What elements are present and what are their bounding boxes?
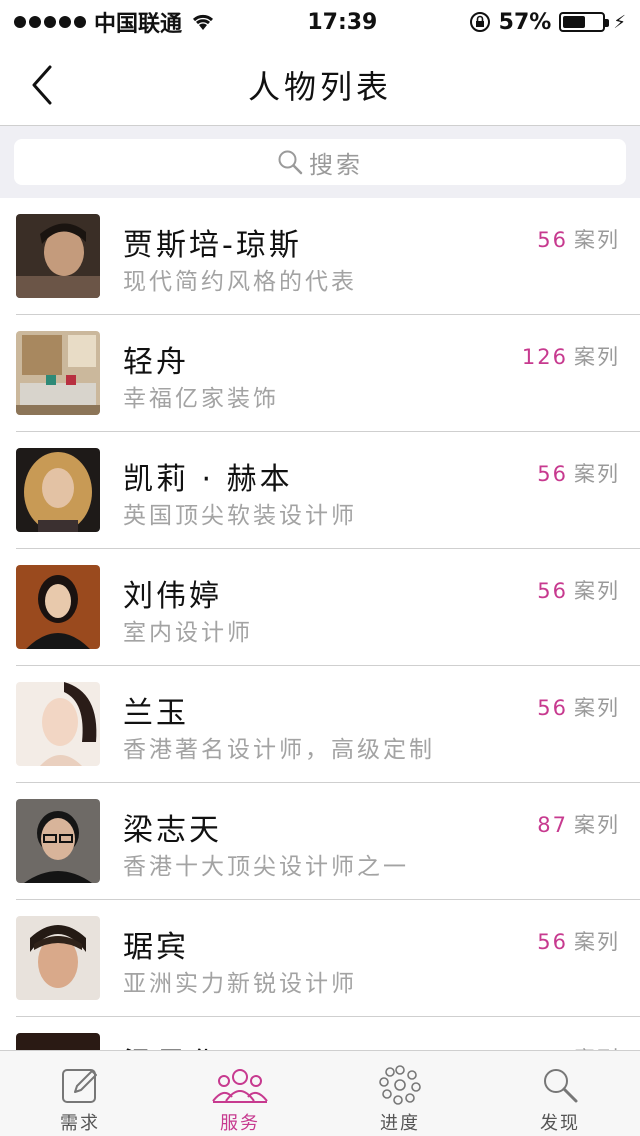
list-item[interactable]: 轻舟 幸福亿家装饰 126 案列 [16, 315, 640, 432]
search-placeholder: 搜索 [309, 150, 363, 179]
person-name: 刘伟婷 [123, 579, 222, 614]
person-name: 凯莉 · 赫本 [123, 462, 293, 497]
avatar [16, 916, 100, 1000]
person-name: 梁志天 [123, 813, 222, 848]
case-count-number: 87 [537, 813, 568, 837]
edit-icon [62, 1069, 97, 1103]
battery-percent: 57% [498, 9, 552, 35]
charging-icon: ⚡ [613, 11, 626, 33]
avatar [16, 799, 100, 883]
case-count: 56案列 [537, 575, 620, 605]
case-count: 56案列 [537, 458, 620, 488]
case-count-unit: 案列 [574, 930, 620, 954]
person-desc: 现代简约风格的代表 [123, 269, 357, 295]
tab-label: 服务 [220, 1113, 260, 1134]
search-bar: 搜索 [0, 126, 640, 198]
battery-fill [563, 16, 586, 28]
case-count: 126 案列 [522, 341, 620, 371]
case-count-number: 126 [521, 345, 568, 369]
people-icon [212, 1069, 268, 1103]
avatar [16, 214, 100, 298]
case-count: 56案列 [537, 926, 620, 956]
case-count-number: 56 [537, 696, 568, 720]
search-icon [544, 1069, 578, 1103]
list-item[interactable]: 凯莉 · 赫本 英国顶尖软装设计师 56 案列 [16, 432, 640, 549]
tab-discover[interactable]: 发现 [480, 1051, 640, 1136]
case-count-unit: 案列 [574, 579, 620, 603]
case-count-number: 56 [537, 579, 568, 603]
case-count-unit: 案列 [574, 813, 620, 837]
person-list: 贾斯培-琼斯 现代简约风格的代表 56案列 轻舟 幸福亿家装饰 126案列 [0, 198, 640, 1050]
nav-bar: 人物列表 [0, 44, 640, 126]
list-item[interactable]: 兰玉 香港著名设计师，高级定制 56 案列 [16, 666, 640, 783]
case-count-unit: 案列 [574, 462, 620, 486]
case-count-number: 56 [537, 228, 568, 252]
person-desc: 亚洲实力新锐设计师 [123, 971, 357, 997]
person-name: 兰玉 [123, 696, 189, 731]
tab-progress[interactable]: 进度 [320, 1051, 480, 1136]
person-name: 贾斯培-琼斯 [123, 228, 302, 263]
case-count: 56案列 [537, 1043, 620, 1050]
person-desc: 室内设计师 [123, 620, 253, 646]
status-bar: 中国联通 17:39 57% ⚡ [0, 0, 640, 44]
rotation-lock-icon [469, 12, 490, 32]
carrier-label: 中国联通 [94, 12, 183, 37]
battery-icon [559, 12, 610, 32]
case-count: 87 案列 [537, 809, 620, 839]
tab-bar: 需求 服务 进度 发现 [0, 1050, 640, 1136]
list-item[interactable]: 刘伟婷 室内设计师 56 案列 [16, 549, 640, 666]
search-icon [278, 150, 303, 175]
progress-circle-icon [379, 1065, 421, 1105]
tab-label: 发现 [540, 1113, 580, 1134]
tab-label: 进度 [380, 1113, 420, 1134]
status-right: 57% ⚡ [469, 10, 626, 35]
list-item[interactable]: 梁景华 56案列 [16, 1017, 640, 1050]
avatar [16, 565, 100, 649]
search-input[interactable]: 搜索 [14, 139, 626, 185]
page-title: 人物列表 [247, 67, 392, 106]
tab-service[interactable]: 服务 [160, 1051, 320, 1136]
chevron-left-icon [32, 65, 52, 105]
list-item[interactable]: 琚宾 亚洲实力新锐设计师 56 案列 [16, 900, 640, 1017]
status-left: 中国联通 [14, 6, 216, 38]
tab-demand[interactable]: 需求 [0, 1051, 160, 1136]
signal-strength-icon [14, 16, 86, 28]
case-count-unit: 案列 [574, 345, 620, 369]
avatar [16, 682, 100, 766]
person-name: 琚宾 [123, 930, 189, 965]
person-name: 梁景华 [123, 1039, 222, 1050]
list-item[interactable]: 梁志天 香港十大顶尖设计师之一 87 案列 [16, 783, 640, 900]
tab-label: 需求 [60, 1113, 100, 1134]
status-time: 17:39 [307, 9, 378, 35]
back-button[interactable] [22, 62, 62, 108]
avatar [16, 448, 100, 532]
person-desc: 香港十大顶尖设计师之一 [123, 854, 409, 880]
person-name: 轻舟 [123, 345, 189, 380]
person-desc: 幸福亿家装饰 [123, 386, 279, 412]
wifi-icon [192, 14, 214, 30]
case-count-unit: 案列 [574, 228, 620, 252]
list-item[interactable]: 贾斯培-琼斯 现代简约风格的代表 56 案列 [16, 198, 640, 315]
case-count-unit: 案列 [574, 696, 620, 720]
case-count-number: 56 [537, 462, 568, 486]
case-count: 56案列 [537, 692, 620, 722]
person-desc: 英国顶尖软装设计师 [123, 503, 357, 529]
case-count-number: 56 [537, 930, 568, 954]
person-desc: 香港著名设计师，高级定制 [123, 737, 435, 763]
avatar [16, 1033, 100, 1050]
avatar [16, 331, 100, 415]
case-count: 56案列 [537, 224, 620, 254]
